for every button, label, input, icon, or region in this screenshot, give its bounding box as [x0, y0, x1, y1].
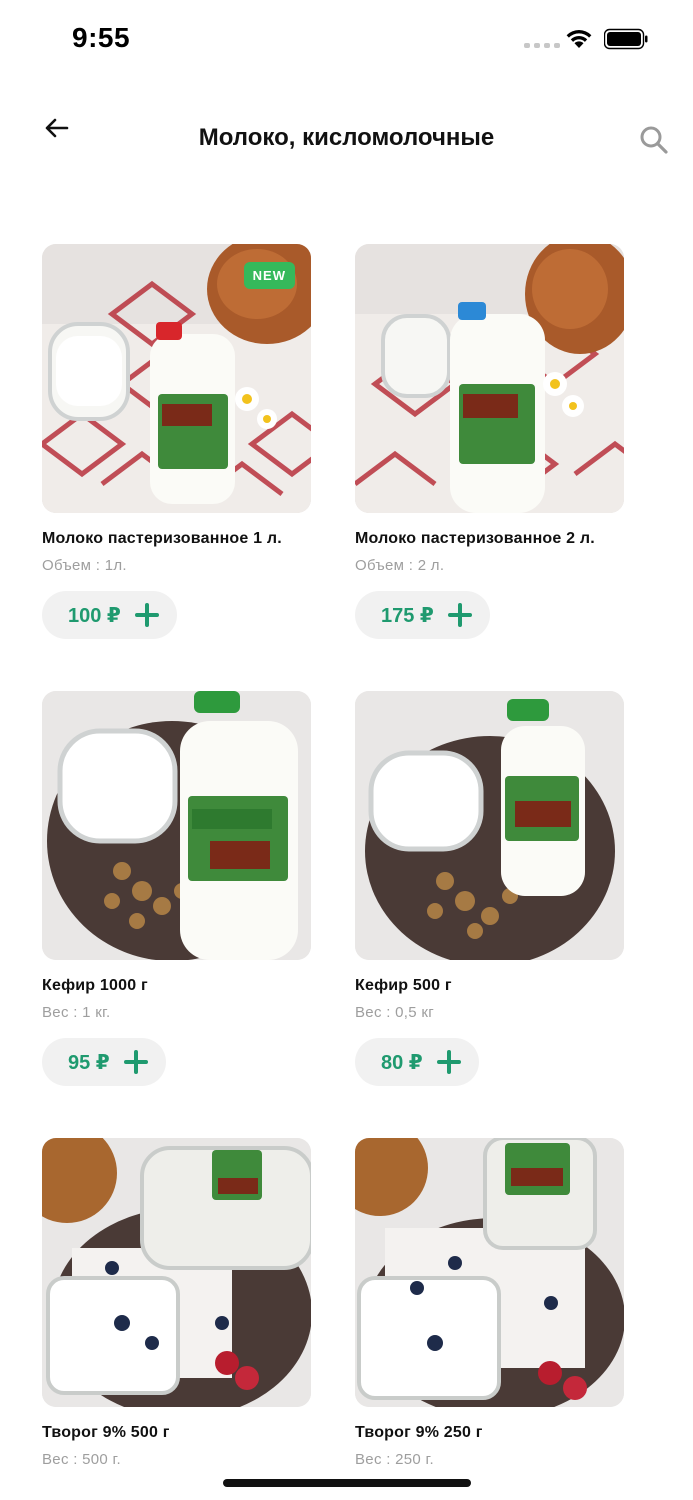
plus-icon — [123, 1050, 148, 1074]
product-weight: Вес : 1 кг. — [42, 1004, 111, 1021]
bottle-cap — [156, 322, 182, 340]
bottle-cap — [458, 302, 486, 320]
product-name[interactable]: Творог 9% 250 г — [355, 1424, 483, 1442]
status-bar: 9:55 — [0, 0, 693, 80]
product-name[interactable]: Молоко пастеризованное 1 л. — [42, 530, 282, 548]
add-to-cart-button[interactable]: 175 ₽ — [355, 591, 490, 639]
add-to-cart-button[interactable]: 80 ₽ — [355, 1038, 479, 1086]
product-card[interactable]: Молоко пастеризованное 2 л. Объем : 2 л.… — [355, 244, 625, 639]
plus-icon — [134, 603, 159, 627]
product-weight: Вес : 0,5 кг — [355, 1004, 435, 1021]
product-name[interactable]: Кефир 500 г — [355, 977, 452, 995]
product-name[interactable]: Молоко пастеризованное 2 л. — [355, 530, 595, 548]
search-button[interactable] — [638, 124, 670, 156]
wifi-icon — [566, 30, 592, 48]
product-price: 80 ₽ — [381, 1051, 423, 1074]
product-card[interactable]: Творог 9% 500 г Вес : 500 г. — [42, 1138, 312, 1468]
add-to-cart-button[interactable]: 100 ₽ — [42, 591, 177, 639]
product-card[interactable]: Творог 9% 250 г Вес : 250 г. — [355, 1138, 625, 1468]
plus-icon — [436, 1050, 461, 1074]
page-title: Молоко, кисломолочные — [198, 124, 495, 151]
home-indicator[interactable] — [223, 1479, 471, 1487]
add-to-cart-button[interactable]: 95 ₽ — [42, 1038, 166, 1086]
status-time: 9:55 — [72, 22, 131, 53]
plus-icon — [447, 603, 472, 627]
product-name[interactable]: Кефир 1000 г — [42, 977, 148, 995]
product-price: 175 ₽ — [381, 604, 434, 627]
battery-icon — [604, 28, 648, 50]
product-image[interactable] — [42, 1138, 311, 1407]
bottle-cap — [194, 691, 240, 713]
search-icon — [640, 126, 668, 154]
product-image[interactable]: NEW — [42, 244, 311, 513]
product-name[interactable]: Творог 9% 500 г — [42, 1424, 170, 1442]
product-card[interactable]: NEW Молоко пастеризованное 1 л. Объем : … — [42, 244, 312, 639]
product-volume: Объем : 1л. — [42, 557, 127, 574]
product-volume: Объем : 2 л. — [355, 557, 445, 574]
bottle-cap — [507, 699, 549, 721]
product-image[interactable] — [355, 244, 624, 513]
product-image[interactable] — [355, 691, 624, 960]
product-card[interactable]: Кефир 500 г Вес : 0,5 кг 80 ₽ — [355, 691, 625, 1086]
product-image[interactable] — [355, 1138, 624, 1407]
product-card[interactable]: Кефир 1000 г Вес : 1 кг. 95 ₽ — [42, 691, 312, 1086]
product-price: 100 ₽ — [68, 604, 121, 627]
product-price: 95 ₽ — [68, 1051, 110, 1074]
product-image[interactable] — [42, 691, 311, 960]
product-weight: Вес : 500 г. — [42, 1451, 121, 1468]
cellular-signal-icon — [524, 43, 560, 48]
new-badge: NEW — [243, 262, 295, 289]
product-weight: Вес : 250 г. — [355, 1451, 434, 1468]
